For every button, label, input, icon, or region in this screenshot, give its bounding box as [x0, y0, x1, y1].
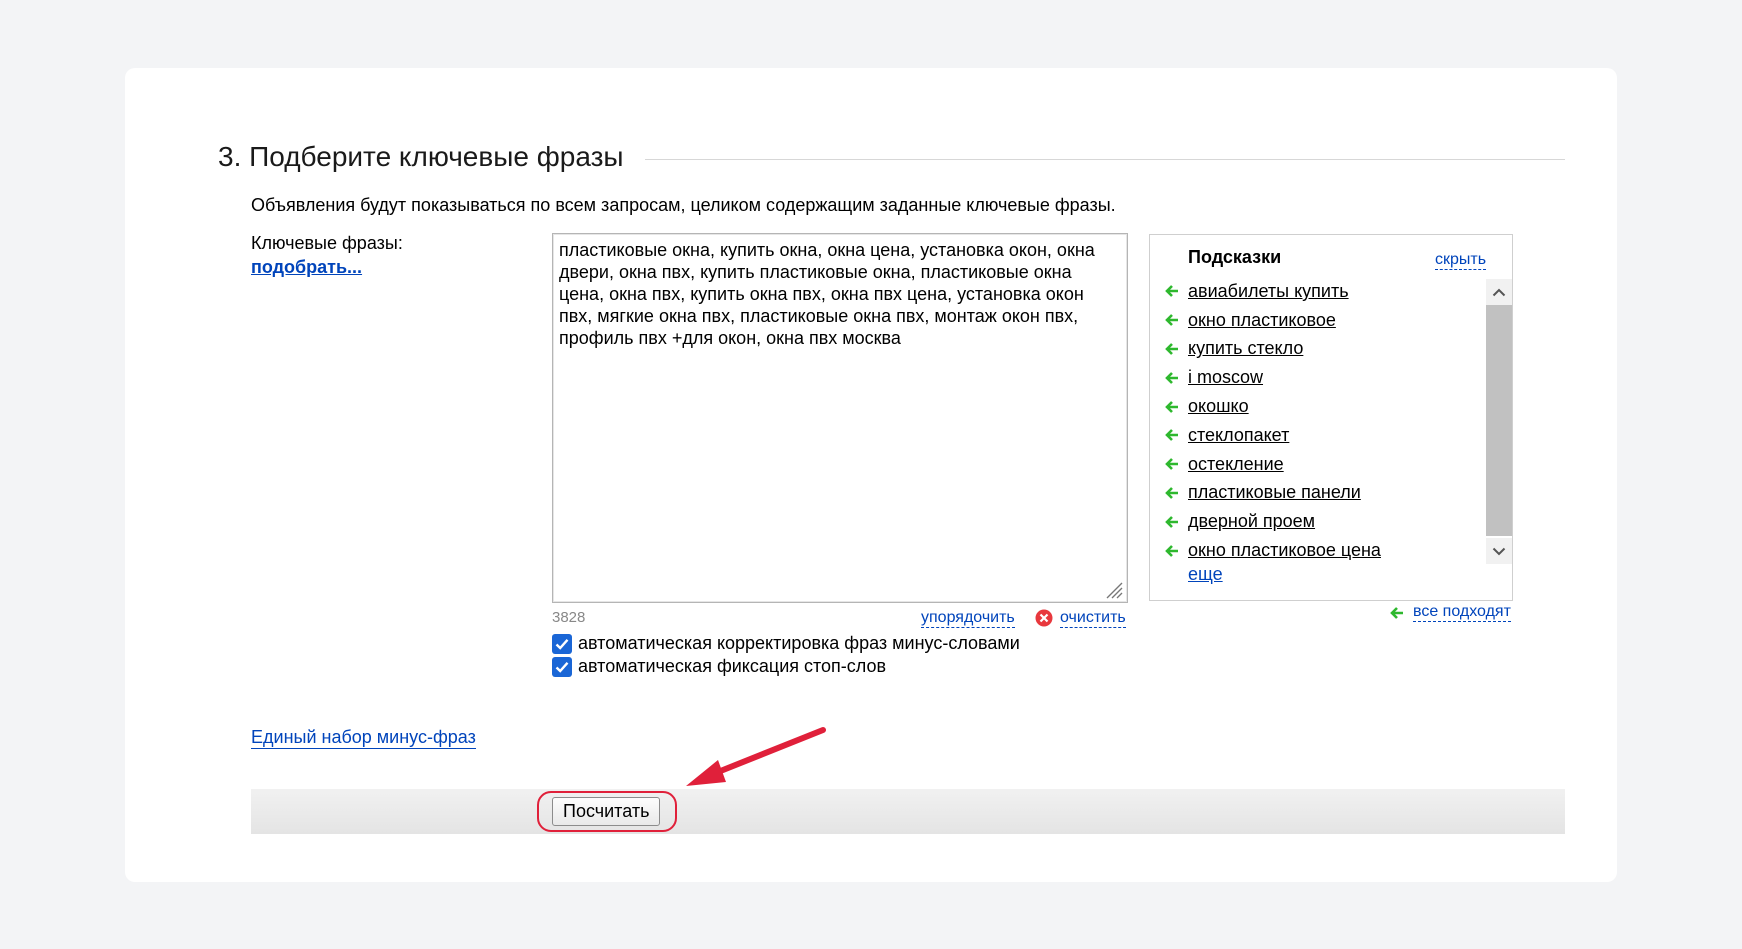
stopwords-checkbox[interactable]	[552, 656, 572, 677]
hint-item[interactable]: окно пластиковое	[1164, 306, 1381, 335]
info-text: Объявления будут показываться по всем за…	[251, 195, 1116, 215]
hint-item[interactable]: i moscow	[1164, 363, 1381, 392]
autocorrect-checkbox[interactable]	[552, 633, 572, 654]
hint-link[interactable]: окно пластиковое	[1188, 310, 1336, 331]
keywords-textarea[interactable]: пластиковые окна, купить окна, окна цена…	[552, 233, 1128, 603]
chevron-down-icon	[1492, 547, 1506, 555]
scroll-down-button[interactable]	[1486, 538, 1512, 564]
arrow-left-icon[interactable]	[1164, 284, 1179, 298]
scroll-up-button[interactable]	[1486, 279, 1512, 305]
autocorrect-label: автоматическая корректировка фраз минус-…	[578, 633, 1020, 653]
hint-item[interactable]: дверной проем	[1164, 507, 1381, 536]
clear-link[interactable]: очистить	[1060, 609, 1126, 628]
hint-item[interactable]: купить стекло	[1164, 335, 1381, 364]
hint-item[interactable]: стеклопакет	[1164, 421, 1381, 450]
hints-list: авиабилеты купить окно пластиковое купит…	[1164, 277, 1381, 565]
stopwords-checkbox-row[interactable]: автоматическая фиксация стоп-слов	[552, 656, 886, 677]
hint-item[interactable]: остекление	[1164, 450, 1381, 479]
hint-link[interactable]: остекление	[1188, 454, 1284, 475]
arrow-left-icon[interactable]	[1164, 457, 1179, 471]
check-icon	[555, 638, 569, 650]
autocorrect-checkbox-row[interactable]: автоматическая корректировка фраз минус-…	[552, 633, 1020, 654]
bottom-toolbar	[251, 789, 1565, 834]
hint-item[interactable]: пластиковые панели	[1164, 479, 1381, 508]
order-link[interactable]: упорядочить	[921, 609, 1015, 628]
section-title: 3. Подберите ключевые фразы	[218, 141, 638, 173]
hint-link[interactable]: пластиковые панели	[1188, 482, 1361, 503]
char-counter: 3828	[552, 609, 586, 626]
resize-grip-icon[interactable]	[1103, 579, 1123, 599]
pick-keywords-link[interactable]: подобрать...	[251, 257, 362, 278]
stopwords-label: автоматическая фиксация стоп-слов	[578, 656, 887, 676]
hints-title: Подсказки	[1188, 247, 1282, 267]
hint-link[interactable]: i moscow	[1188, 367, 1263, 388]
hint-link[interactable]: стеклопакет	[1188, 425, 1289, 446]
arrow-left-icon[interactable]	[1164, 371, 1179, 385]
clear-icon[interactable]	[1035, 609, 1053, 627]
hint-link[interactable]: дверной проем	[1188, 511, 1315, 532]
more-hints-link[interactable]: еще	[1188, 564, 1223, 585]
chevron-up-icon	[1492, 288, 1506, 296]
arrow-left-icon[interactable]	[1389, 606, 1404, 620]
hide-hints-link[interactable]: скрыть	[1435, 251, 1487, 270]
check-icon	[555, 661, 569, 673]
hint-link[interactable]: окно пластиковое цена	[1188, 540, 1381, 561]
arrow-left-icon[interactable]	[1164, 515, 1179, 529]
arrow-left-icon[interactable]	[1164, 342, 1179, 356]
section-title-rule	[645, 159, 1565, 160]
arrow-left-icon[interactable]	[1164, 313, 1179, 327]
hint-item[interactable]: авиабилеты купить	[1164, 277, 1381, 306]
minus-phrases-link[interactable]: Единый набор минус-фраз	[251, 727, 476, 749]
arrow-left-icon[interactable]	[1164, 544, 1179, 558]
hint-link[interactable]: окошко	[1188, 396, 1249, 417]
all-fit-link[interactable]: все подходят	[1413, 603, 1511, 622]
keywords-label: Ключевые фразы:	[251, 233, 403, 253]
arrow-left-icon[interactable]	[1164, 486, 1179, 500]
hint-link[interactable]: купить стекло	[1188, 338, 1303, 359]
arrow-left-icon[interactable]	[1164, 400, 1179, 414]
hints-panel: Подсказки скрыть авиабилеты купить окно …	[1149, 234, 1513, 601]
hint-item[interactable]: окно пластиковое цена	[1164, 536, 1381, 565]
calculate-button[interactable]: Посчитать	[552, 797, 661, 826]
hint-link[interactable]: авиабилеты купить	[1188, 281, 1349, 302]
scrollbar-thumb[interactable]	[1486, 305, 1512, 536]
arrow-left-icon[interactable]	[1164, 428, 1179, 442]
hint-item[interactable]: окошко	[1164, 392, 1381, 421]
